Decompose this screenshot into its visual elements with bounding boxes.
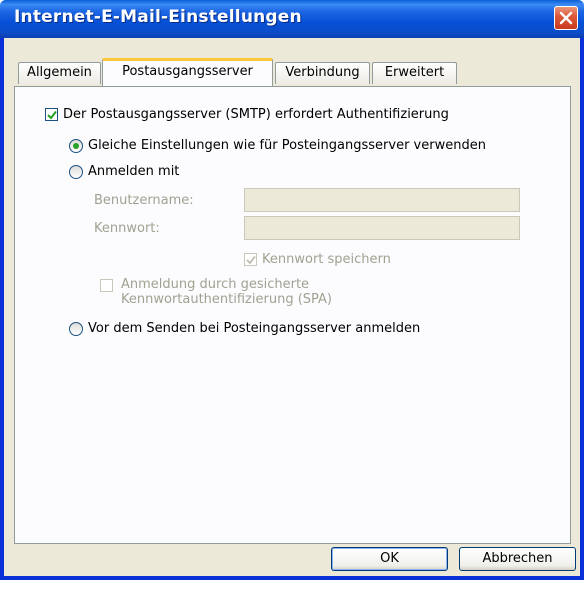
tab-erweitert[interactable]: Erweitert: [372, 62, 457, 84]
radio-pop-before-smtp[interactable]: [69, 321, 83, 336]
checkmark-icon: [245, 255, 256, 265]
password-field[interactable]: [244, 216, 520, 240]
tab-allgemein[interactable]: Allgemein: [18, 62, 101, 84]
radio-same-settings[interactable]: [69, 138, 83, 153]
radio-row-login-with[interactable]: Anmelden mit: [69, 164, 179, 179]
tab-verbindung[interactable]: Verbindung: [275, 62, 370, 84]
smtp-auth-checkbox-row[interactable]: Der Postausgangsserver (SMTP) erfordert …: [45, 107, 449, 122]
dialog-window: Internet-E-Mail-Einstellungen Allgemein …: [0, 0, 584, 580]
username-field[interactable]: [244, 188, 520, 212]
radio-row-pop-before-smtp[interactable]: Vor dem Senden bei Posteingangsserver an…: [69, 321, 420, 336]
checkmark-icon: [46, 110, 57, 120]
remember-password-checkbox[interactable]: [244, 253, 257, 266]
radio-login-with-label: Anmelden mit: [88, 164, 180, 179]
spa-label: Anmeldung durch gesicherte Kennwortauthe…: [121, 277, 332, 307]
spa-label-line1: Anmeldung durch gesicherte: [121, 277, 310, 292]
radio-login-with[interactable]: [69, 164, 83, 179]
remember-password-row[interactable]: Kennwort speichern: [244, 252, 391, 267]
spa-label-line2: Kennwortauthentifizierung (SPA): [121, 292, 332, 307]
tab-panel: Der Postausgangsserver (SMTP) erfordert …: [14, 86, 571, 544]
smtp-auth-checkbox[interactable]: [45, 108, 58, 121]
password-label: Kennwort:: [94, 221, 160, 236]
spa-checkbox[interactable]: [100, 279, 113, 292]
radio-selected-dot: [73, 142, 79, 149]
radio-row-same-settings[interactable]: Gleiche Einstellungen wie für Posteingan…: [69, 138, 486, 153]
ok-button[interactable]: OK: [331, 547, 448, 571]
close-button[interactable]: [554, 6, 578, 30]
cancel-button[interactable]: Abbrechen: [459, 547, 576, 571]
smtp-auth-label: Der Postausgangsserver (SMTP) erfordert …: [63, 107, 449, 122]
close-icon: [559, 11, 573, 25]
tab-postausgangsserver[interactable]: Postausgangsserver: [102, 58, 273, 86]
radio-same-settings-label: Gleiche Einstellungen wie für Posteingan…: [88, 138, 486, 153]
window-title: Internet-E-Mail-Einstellungen: [14, 7, 302, 27]
remember-password-label: Kennwort speichern: [262, 252, 391, 267]
username-label: Benutzername:: [94, 193, 194, 208]
title-bar[interactable]: Internet-E-Mail-Einstellungen: [0, 0, 584, 38]
radio-pop-before-smtp-label: Vor dem Senden bei Posteingangsserver an…: [88, 321, 421, 336]
